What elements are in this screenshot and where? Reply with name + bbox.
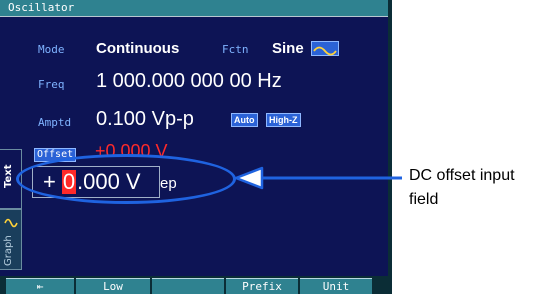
callout-line-2: field: [409, 191, 439, 208]
callout-text: DC offset input field: [409, 164, 515, 212]
callout-arrow-icon: [234, 166, 402, 190]
callout-line-1: DC offset input: [409, 167, 515, 184]
